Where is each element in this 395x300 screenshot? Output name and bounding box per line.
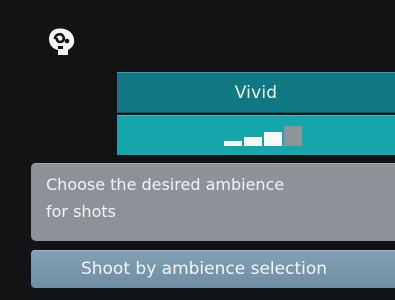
shoot-by-ambience-label: Shoot by ambience selection bbox=[80, 259, 328, 279]
level-bar-4 bbox=[284, 126, 302, 146]
ambience-selection-tile[interactable]: Vivid bbox=[117, 72, 395, 113]
help-text-line-2: for shots bbox=[46, 202, 116, 221]
help-text-line-1: Choose the desired ambience bbox=[46, 175, 285, 194]
ambience-mode-icon bbox=[49, 28, 75, 55]
ambience-value: Vivid bbox=[234, 82, 278, 103]
level-bar-3 bbox=[264, 132, 282, 146]
help-text-box: Choose the desired ambience for shots bbox=[31, 163, 395, 241]
effect-level-indicator bbox=[224, 126, 302, 146]
shoot-by-ambience-button[interactable]: Shoot by ambience selection bbox=[31, 250, 395, 288]
level-bar-2 bbox=[244, 137, 262, 146]
level-bar-1 bbox=[224, 141, 242, 146]
camera-menu-screen: Vivid Choose the desired ambience for sh… bbox=[0, 0, 395, 300]
